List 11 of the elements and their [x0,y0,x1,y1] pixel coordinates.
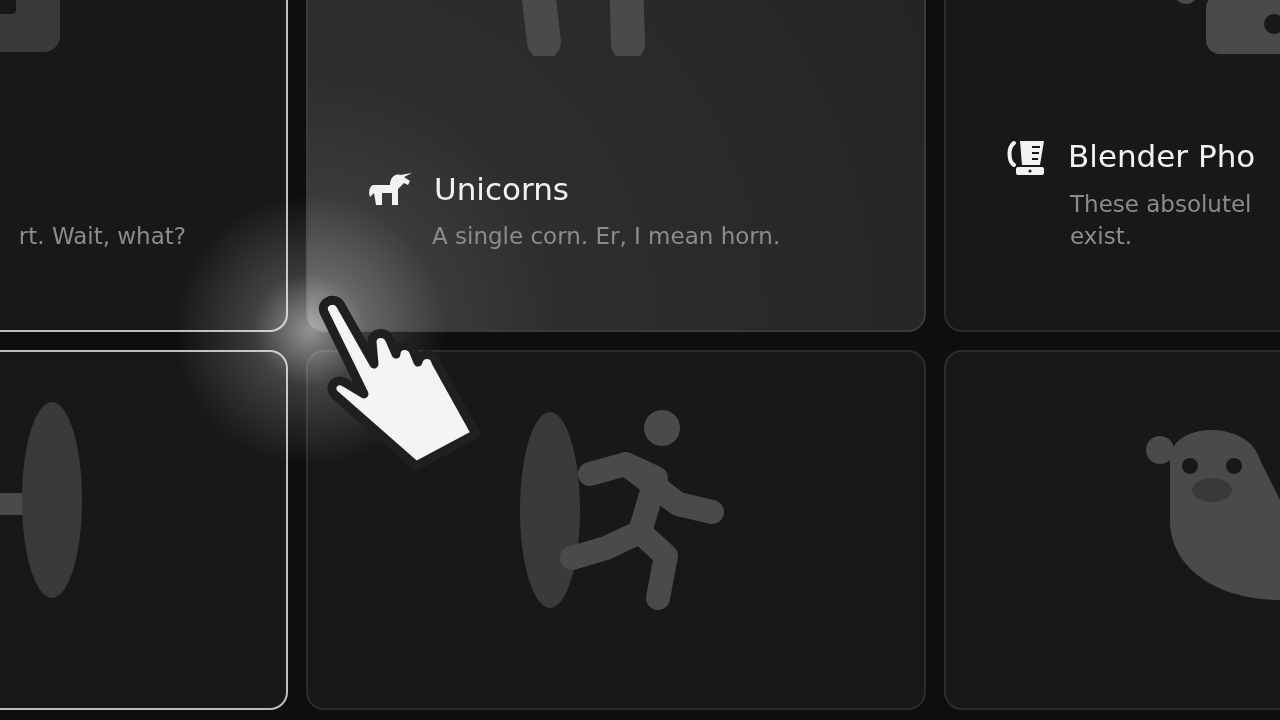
phone-blender-icon [1006,139,1046,176]
unicorn-icon [368,171,412,208]
card-description: These absolutel exist. [1069,189,1253,251]
card-title: Unicorns [434,170,569,208]
card-description: A single corn. Er, I mean horn. [431,221,782,251]
card[interactable]: Blender Pho These absolutel exist. [944,0,1280,332]
card[interactable]: Unicorns A single corn. Er, I mean horn. [306,0,926,332]
card[interactable]: rt. Wait, what? [0,0,288,332]
card[interactable] [306,350,926,710]
card-description: rt. Wait, what? [18,221,186,251]
card-title: Blender Pho [1068,138,1256,176]
